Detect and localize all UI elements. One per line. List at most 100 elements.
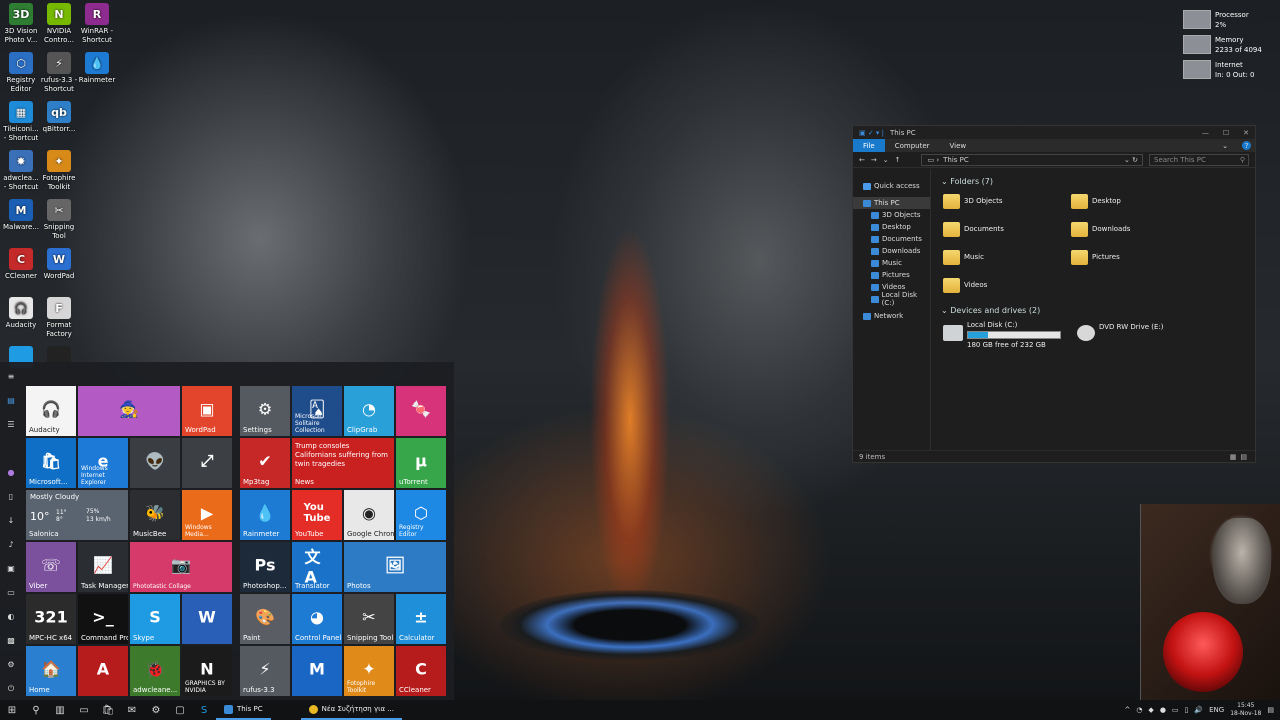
start-tile[interactable]: 🎨 Paint	[240, 594, 290, 644]
desktop-icon[interactable]: F Format Factory	[40, 297, 78, 339]
network-icon[interactable]: ◐	[6, 612, 16, 621]
all-apps-icon[interactable]: ☰	[6, 420, 16, 429]
view-toggle-icon[interactable]: ▦▤	[1230, 453, 1255, 461]
folder-item[interactable]: Videos	[943, 274, 1071, 296]
folder-item[interactable]: Downloads	[1071, 218, 1199, 240]
folder-item[interactable]: 3D Objects	[943, 190, 1071, 212]
start-tile[interactable]: ✂ Snipping Tool	[344, 594, 394, 644]
desktop-icon[interactable]: W WordPad	[40, 248, 78, 281]
tab-computer[interactable]: Computer	[885, 139, 940, 152]
folder-item[interactable]: Pictures	[1071, 246, 1199, 268]
tray-app-icon[interactable]: ◆	[1148, 706, 1153, 714]
start-tile[interactable]: 321 MPC-HC x64	[26, 594, 76, 644]
documents-icon[interactable]: ▯	[6, 492, 16, 501]
start-tile[interactable]: 🎧 Audacity	[26, 386, 76, 436]
start-tile[interactable]: ⬡ Registry Editor	[396, 490, 446, 540]
desktop-icon[interactable]: ✦ Fotophire Toolkit	[40, 150, 78, 192]
start-tile[interactable]: ± Calculator	[396, 594, 446, 644]
personalization-icon[interactable]: ▩	[6, 636, 16, 645]
start-tile[interactable]: Ps Photoshop...	[240, 542, 290, 592]
desktop-icon[interactable]: 🎧 Audacity	[2, 297, 40, 330]
start-tile[interactable]: N GRAPHICS BY NVIDIA	[182, 646, 232, 696]
start-tile[interactable]: ⚡ rufus-3.3	[240, 646, 290, 696]
start-tile[interactable]: ✦ Fotophire Toolkit	[344, 646, 394, 696]
up-arrow-icon[interactable]: ↑	[895, 156, 901, 164]
desktop-icon[interactable]: M Malware...	[2, 199, 40, 232]
desktop-icon[interactable]: ✸ adwclea... - Shortcut	[2, 150, 40, 192]
folder-item[interactable]: Documents	[943, 218, 1071, 240]
settings-icon[interactable]: ⚙	[144, 700, 168, 720]
search-icon[interactable]: ⚲	[24, 700, 48, 720]
start-tile[interactable]: A	[78, 646, 128, 696]
nav-item[interactable]: 3D Objects	[853, 209, 930, 221]
quick-access-toolbar-icon[interactable]: ▣ ✓ ▾ |	[859, 129, 884, 137]
task-view-icon[interactable]: ▥	[48, 700, 72, 720]
start-tile[interactable]: ◕ Control Panel	[292, 594, 342, 644]
drive-dvd[interactable]: DVD RW Drive (E:)	[1077, 321, 1164, 349]
tab-view[interactable]: View	[940, 139, 977, 152]
videos-icon[interactable]: ▭	[6, 588, 16, 597]
downloads-icon[interactable]: ↓	[6, 516, 16, 525]
start-tile[interactable]: 📷 Phototastic Collage	[130, 542, 232, 592]
minimize-icon[interactable]: —	[1202, 129, 1209, 137]
start-tile[interactable]: 🂡 Microsoft Solitaire Collection	[292, 386, 342, 436]
recent-dropdown-icon[interactable]: ⌄	[883, 156, 889, 164]
start-tile[interactable]: ◔ ClipGrab	[344, 386, 394, 436]
nav-item[interactable]: Documents	[853, 233, 930, 245]
desktop-icon[interactable]: ✂ Snipping Tool	[40, 199, 78, 241]
start-tile[interactable]: 📈 Task Manager	[78, 542, 128, 592]
skype-icon[interactable]: S	[192, 700, 216, 720]
weather-tile[interactable]: Mostly Cloudy 10° 11° 8° 75% 13 km/h Salonica	[26, 490, 128, 540]
forward-arrow-icon[interactable]: →	[871, 156, 877, 164]
start-tile[interactable]: 🖼 Photos	[344, 542, 446, 592]
drives-heading[interactable]: ⌄ Devices and drives (2)	[941, 306, 1245, 315]
taskbar-app-chrome[interactable]: Νέα Συζήτηση για ...	[300, 700, 402, 720]
start-tile[interactable]: ▶ Windows Media...	[182, 490, 232, 540]
folders-heading[interactable]: ⌄ Folders (7)	[941, 177, 1245, 186]
nav-item[interactable]: Pictures	[853, 269, 930, 281]
monitor-icon[interactable]: ▭	[72, 700, 96, 720]
nav-item[interactable]: Downloads	[853, 245, 930, 257]
start-tile[interactable]: ✔ Mp3tag	[240, 438, 290, 488]
folder-item[interactable]: Music	[943, 246, 1071, 268]
nav-item[interactable]: Music	[853, 257, 930, 269]
folder-item[interactable]: Desktop	[1071, 190, 1199, 212]
desktop-icon[interactable]: ⚡ rufus-3.3 - Shortcut	[40, 52, 78, 94]
nav-item[interactable]: Quick access	[853, 180, 930, 192]
start-tile[interactable]: µ uTorrent	[396, 438, 446, 488]
start-tile[interactable]: 🐞 adwcleane...	[130, 646, 180, 696]
desktop-icon[interactable]: N NVIDIA Contro...	[40, 3, 78, 45]
desktop-icon[interactable]: C CCleaner	[2, 248, 40, 281]
nav-item[interactable]: Desktop	[853, 221, 930, 233]
back-arrow-icon[interactable]: ←	[859, 156, 865, 164]
power-icon[interactable]: ⏻	[6, 684, 16, 693]
help-icon[interactable]: ?	[1242, 141, 1251, 150]
desktop-icon[interactable]: qb qBittorr...	[40, 101, 78, 134]
start-tile[interactable]: ⤢	[182, 438, 232, 488]
tiles-icon[interactable]: ▤	[6, 396, 16, 405]
hamburger-menu-icon[interactable]: ≡	[6, 372, 16, 381]
settings-gear-icon[interactable]: ⚙	[6, 660, 16, 669]
start-tile[interactable]: 🧙	[78, 386, 180, 436]
ribbon-expand-icon[interactable]: ⌄	[1212, 139, 1238, 152]
nav-item[interactable]: Local Disk (C:)	[853, 291, 930, 307]
music-icon[interactable]: ♪	[6, 540, 16, 549]
maximize-icon[interactable]: ☐	[1223, 129, 1229, 137]
start-tile[interactable]: 👽	[130, 438, 180, 488]
tray-app-icon[interactable]: ◔	[1136, 706, 1142, 714]
volume-icon[interactable]: 🔊	[1194, 706, 1203, 714]
language-indicator[interactable]: ENG	[1209, 706, 1224, 714]
search-input[interactable]: Search This PC ⚲	[1149, 153, 1249, 166]
clock[interactable]: 15:45 18-Nov-18	[1230, 702, 1261, 718]
desktop-icon[interactable]: 💧 Rainmeter	[78, 52, 116, 85]
start-tile[interactable]: ▣ WordPad	[182, 386, 232, 436]
start-tile[interactable]: 🐝 MusicBee	[130, 490, 180, 540]
start-tile[interactable]: 💧 Rainmeter	[240, 490, 290, 540]
tray-app-icon[interactable]: ●	[1160, 706, 1166, 714]
explorer-titlebar[interactable]: ▣ ✓ ▾ | This PC — ☐ ✕	[853, 126, 1255, 139]
show-hidden-icons[interactable]: ^	[1124, 706, 1130, 714]
start-windows-icon[interactable]: ⊞	[0, 700, 24, 720]
start-tile[interactable]: M	[292, 646, 342, 696]
refresh-icon[interactable]: ⌄ ↻	[1124, 156, 1142, 164]
screen-icon[interactable]: ▢	[168, 700, 192, 720]
